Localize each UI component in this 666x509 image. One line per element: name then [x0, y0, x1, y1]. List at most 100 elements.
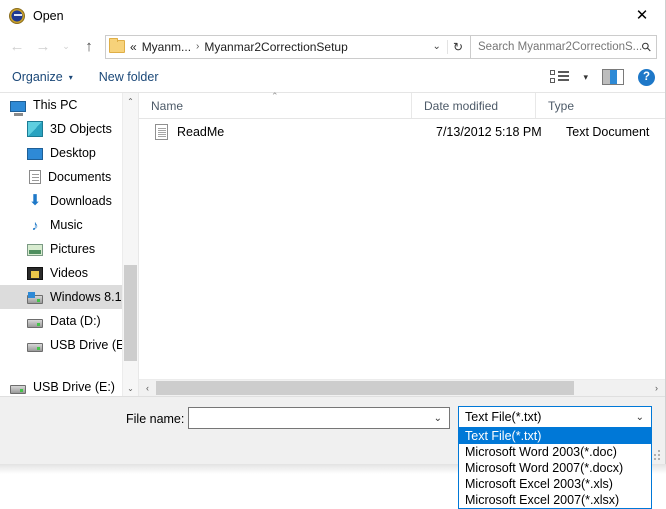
- sidebar-item-label: This PC: [33, 98, 78, 112]
- file-list-pane: Name ⌃ Date modified Type ReadMe 7/13/20…: [139, 91, 665, 396]
- search-box[interactable]: Search Myanmar2CorrectionS... ⚲: [471, 34, 657, 59]
- breadcrumb-parent[interactable]: Myanm...: [137, 40, 191, 54]
- window-title: Open: [33, 8, 64, 23]
- scrollbar-thumb[interactable]: [124, 265, 137, 361]
- address-bar[interactable]: « Myanm... › Myanmar2CorrectionSetup ⌄ ↻: [105, 34, 471, 59]
- open-file-dialog: Open ✕ ← → ⌄ ↑ « Myanm... › Myanmar2Corr…: [0, 0, 666, 464]
- sidebar-item-music[interactable]: ♪ Music: [0, 213, 138, 237]
- scroll-up-icon[interactable]: ⌃: [123, 93, 138, 109]
- title-bar: Open ✕: [0, 0, 665, 31]
- breadcrumb-prefix: «: [130, 39, 137, 54]
- 3d-objects-icon: [27, 121, 43, 137]
- column-header-name[interactable]: Name ⌃: [139, 91, 411, 118]
- pictures-icon: [27, 244, 43, 256]
- column-header-date-modified[interactable]: Date modified: [411, 93, 535, 118]
- up-button[interactable]: ↑: [76, 35, 102, 59]
- scroll-left-icon[interactable]: ‹: [139, 383, 156, 393]
- folder-icon: [109, 38, 125, 53]
- sidebar-items: This PC 3D Objects Desktop Documents ⬇ D…: [0, 93, 138, 396]
- preview-pane-icon[interactable]: [602, 69, 624, 85]
- sidebar-item-label: Data (D:): [50, 314, 101, 328]
- videos-icon: [27, 267, 43, 280]
- dropdown-option-word-2003[interactable]: Microsoft Word 2003(*.doc): [459, 444, 651, 460]
- cell-name: ReadMe: [177, 125, 225, 139]
- drive-icon: [27, 342, 43, 352]
- sidebar-item-usb-drive-e-root[interactable]: USB Drive (E:): [0, 375, 138, 396]
- file-type-dropdown-list[interactable]: Text File(*.txt) Microsoft Word 2003(*.d…: [458, 428, 652, 509]
- chevron-down-icon[interactable]: ⌄: [427, 41, 447, 52]
- sidebar-item-label: Desktop: [50, 146, 96, 160]
- sidebar-item-data-d[interactable]: Data (D:): [0, 309, 138, 333]
- sidebar-item-label: USB Drive (E:): [50, 338, 132, 352]
- scroll-down-icon[interactable]: ⌄: [123, 380, 138, 396]
- dropdown-option-word-2007[interactable]: Microsoft Word 2007(*.docx): [459, 460, 651, 476]
- dropdown-option-excel-2003[interactable]: Microsoft Excel 2003(*.xls): [459, 476, 651, 492]
- close-icon[interactable]: ✕: [619, 0, 665, 31]
- dropdown-option-text-file[interactable]: Text File(*.txt): [459, 428, 651, 444]
- table-row[interactable]: ReadMe 7/13/2012 5:18 PM Text Document: [139, 119, 665, 145]
- column-header-type[interactable]: Type: [535, 93, 665, 118]
- sidebar-item-label: 3D Objects: [50, 122, 112, 136]
- column-label: Name: [151, 98, 184, 113]
- list-view-icon[interactable]: [550, 70, 570, 84]
- sidebar-item-label: Music: [50, 218, 83, 232]
- back-button[interactable]: ←: [4, 35, 30, 59]
- navigation-pane: This PC 3D Objects Desktop Documents ⬇ D…: [0, 93, 139, 396]
- sidebar-item-label: Downloads: [50, 194, 112, 208]
- file-rows: ReadMe 7/13/2012 5:18 PM Text Document: [139, 119, 665, 145]
- text-document-icon: [155, 124, 168, 140]
- recent-locations-button[interactable]: ⌄: [56, 35, 76, 59]
- sidebar-scrollbar[interactable]: ⌃ ⌄: [122, 93, 138, 396]
- desktop-icon: [27, 148, 43, 160]
- sidebar-item-videos[interactable]: Videos: [0, 261, 138, 285]
- toolbar-right-group: ▾ ?: [550, 68, 655, 86]
- app-circle-icon: [9, 7, 25, 24]
- file-name-input[interactable]: ⌄: [188, 407, 450, 429]
- computer-icon: [10, 100, 26, 116]
- cell-date-modified: 7/13/2012 5:18 PM: [436, 125, 542, 139]
- drive-icon: [27, 318, 43, 328]
- sidebar-item-label: Videos: [50, 266, 88, 280]
- sidebar-item-label: USB Drive (E:): [33, 380, 115, 394]
- file-type-filter-combobox[interactable]: Text File(*.txt) ⌄: [458, 406, 652, 428]
- sidebar-item-3d-objects[interactable]: 3D Objects: [0, 117, 138, 141]
- file-type-selected-value: Text File(*.txt): [465, 410, 542, 424]
- organize-button[interactable]: Organize ▾: [12, 70, 73, 84]
- dialog-body: This PC 3D Objects Desktop Documents ⬇ D…: [0, 91, 665, 396]
- documents-icon: [29, 170, 41, 184]
- column-headers: Name ⌃ Date modified Type: [139, 91, 665, 119]
- chevron-down-icon[interactable]: ⌄: [434, 413, 449, 424]
- sidebar-item-windows-c[interactable]: Windows 8.1 (C:): [0, 285, 138, 309]
- help-icon[interactable]: ?: [638, 68, 655, 86]
- organize-label: Organize: [12, 70, 63, 84]
- music-icon: ♪: [31, 217, 39, 233]
- sidebar-item-label: Pictures: [50, 242, 96, 256]
- scroll-right-icon[interactable]: ›: [648, 383, 665, 393]
- downloads-icon: ⬇: [28, 192, 42, 209]
- command-toolbar: Organize ▾ New folder ▾ ?: [0, 62, 665, 93]
- search-input[interactable]: Search Myanmar2CorrectionS...: [478, 41, 642, 53]
- sidebar-item-this-pc[interactable]: This PC: [0, 93, 138, 117]
- breadcrumb-separator: ›: [196, 41, 200, 52]
- scrollbar-track[interactable]: [156, 380, 648, 396]
- navigation-bar: ← → ⌄ ↑ « Myanm... › Myanmar2CorrectionS…: [0, 31, 665, 62]
- windows-drive-icon: [27, 291, 43, 304]
- new-folder-button[interactable]: New folder: [99, 70, 159, 84]
- sort-ascending-icon: ⌃: [271, 91, 279, 101]
- sidebar-item-documents[interactable]: Documents: [0, 165, 138, 189]
- chevron-down-icon[interactable]: ▾: [583, 72, 588, 83]
- cell-type: Text Document: [566, 125, 650, 139]
- forward-button[interactable]: →: [30, 35, 56, 59]
- sidebar-item-downloads[interactable]: ⬇ Downloads: [0, 189, 138, 213]
- sidebar-item-pictures[interactable]: Pictures: [0, 237, 138, 261]
- drive-icon: [10, 384, 26, 394]
- breadcrumb-current[interactable]: Myanmar2CorrectionSetup: [204, 40, 347, 54]
- sidebar-item-desktop[interactable]: Desktop: [0, 141, 138, 165]
- sidebar-item-usb-drive-e[interactable]: USB Drive (E:): [0, 333, 138, 357]
- refresh-icon[interactable]: ↻: [446, 39, 468, 54]
- file-name-label: File name:: [126, 412, 185, 426]
- scrollbar-thumb[interactable]: [156, 381, 574, 395]
- horizontal-scrollbar[interactable]: ‹ ›: [139, 379, 665, 396]
- sidebar-item-label: Documents: [48, 170, 112, 184]
- chevron-down-icon[interactable]: ⌄: [636, 412, 651, 423]
